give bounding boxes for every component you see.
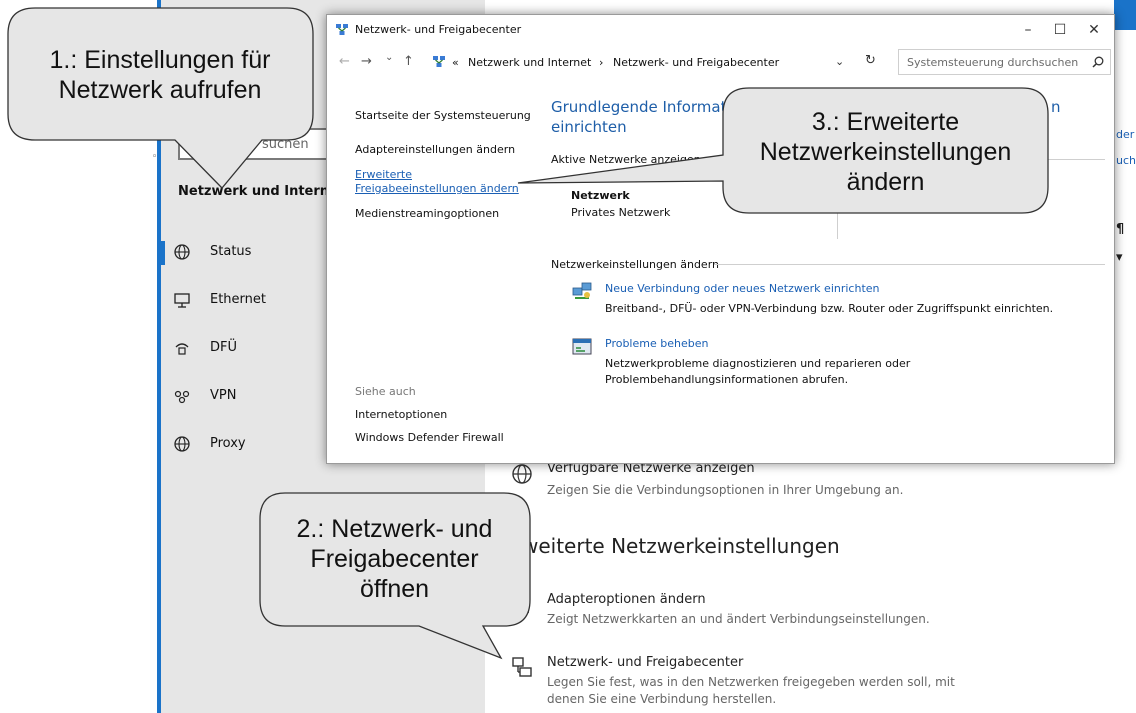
nav-item-proxy[interactable]: Proxy	[161, 425, 331, 465]
globe-icon	[510, 463, 534, 487]
adapter-settings-link[interactable]: Adaptereinstellungen ändern	[355, 143, 515, 157]
title-bar: Netzwerk- und Freigabecenter – ☐ ✕	[327, 15, 1114, 45]
search-icon	[1092, 56, 1104, 68]
control-panel-window: Netzwerk- und Freigabecenter – ☐ ✕ ← → ⌄…	[326, 14, 1115, 464]
partial-icon: ▾	[1116, 250, 1123, 265]
troubleshoot-link[interactable]: Probleme beheben	[605, 337, 708, 350]
nav-item-label: Proxy	[210, 436, 246, 451]
callout-line: Netzwerk aufrufen	[58, 76, 262, 104]
network-center-icon	[433, 56, 445, 67]
callout-step-3: 3.: Erweiterte Netzwerkeinstellungen änd…	[517, 87, 1050, 227]
new-connection-link[interactable]: Neue Verbindung oder neues Netzwerk einr…	[605, 282, 880, 295]
address-row: ← → ⌄ ↑ « Netzwerk und Internet › Netzwe…	[327, 49, 1114, 77]
main-title-fragment: n	[1051, 98, 1061, 116]
minimize-button[interactable]: –	[1015, 21, 1041, 39]
partial-icon: ¶	[1116, 222, 1125, 237]
firewall-link[interactable]: Windows Defender Firewall	[355, 431, 504, 445]
adapter-options-link[interactable]: Adapteroptionen ändern	[547, 592, 706, 607]
available-networks-desc: Zeigen Sie die Verbindungsoptionen in Ih…	[547, 483, 904, 497]
callout-line: 1.: Einstellungen für	[49, 46, 271, 74]
nav-item-ethernet[interactable]: Ethernet	[161, 281, 331, 321]
troubleshoot-desc: Netzwerkprobleme diagnostizieren und rep…	[605, 357, 911, 386]
proxy-globe-icon	[173, 435, 191, 453]
nav-item-label: Status	[210, 244, 252, 259]
breadcrumb-item[interactable]: Netzwerk- und Freigabecenter	[613, 56, 779, 69]
change-settings-label: Netzwerkeinstellungen ändern	[551, 258, 719, 271]
nav-item-label: DFÜ	[210, 340, 238, 355]
control-panel-search-input[interactable]: Systemsteuerung durchsuchen	[898, 49, 1111, 75]
callout-text: 3.: Erweiterte Netzwerkeinstellungen änd…	[723, 107, 1048, 197]
nav-item-dfu[interactable]: DFÜ	[161, 329, 331, 369]
back-button[interactable]: ←	[339, 54, 350, 69]
breadcrumb-separator: ›	[599, 56, 604, 69]
divider	[714, 264, 1105, 265]
right-edge-fragment: uch	[1116, 154, 1136, 167]
see-also-label: Siehe auch	[355, 385, 416, 398]
callout-line: öffnen	[359, 575, 430, 603]
address-dropdown-button[interactable]: ⌄	[835, 55, 844, 68]
new-connection-desc: Breitband-, DFÜ- oder VPN-Verbindung bzw…	[605, 302, 1054, 315]
sharing-center-desc: Legen Sie fest, was in den Netzwerken fr…	[547, 675, 955, 689]
new-connection-icon	[572, 282, 592, 299]
callout-line: 3.: Erweiterte	[811, 108, 960, 136]
forward-button[interactable]: →	[361, 54, 372, 69]
network-center-icon	[336, 24, 348, 35]
vpn-icon	[173, 387, 191, 405]
internet-options-link[interactable]: Internetoptionen	[355, 408, 447, 422]
advanced-settings-heading: weiterte Netzwerkeinstellungen	[522, 534, 840, 558]
troubleshoot-icon	[572, 338, 592, 355]
callout-line: Freigabecenter	[310, 545, 479, 573]
globe-icon	[173, 243, 191, 261]
close-button[interactable]: ✕	[1081, 21, 1107, 39]
nav-item-status[interactable]: Status	[161, 233, 331, 273]
right-edge-fragment: der	[1116, 128, 1135, 141]
maximize-button[interactable]: ☐	[1047, 21, 1073, 39]
callout-line: 2.: Netzwerk- und	[296, 515, 493, 543]
callout-text: 2.: Netzwerk- und Freigabecenter öffnen	[259, 514, 530, 604]
callout-text: 1.: Einstellungen für Netzwerk aufrufen	[7, 45, 313, 105]
callout-step-1: 1.: Einstellungen für Netzwerk aufrufen	[7, 7, 317, 192]
control-panel-home-link[interactable]: Startseite der Systemsteuerung	[355, 109, 531, 123]
nav-item-vpn[interactable]: VPN	[161, 377, 331, 417]
callout-line: ändern	[846, 168, 925, 196]
callout-line: Netzwerkeinstellungen	[759, 138, 1012, 166]
advanced-sharing-link[interactable]: Erweiterte	[355, 168, 412, 182]
advanced-sharing-link[interactable]: Freigabeeinstellungen ändern	[355, 182, 519, 196]
callout-step-2: 2.: Netzwerk- und Freigabecenter öffnen	[259, 492, 534, 662]
adapter-options-desc: Zeigt Netzwerkkarten an und ändert Verbi…	[547, 612, 930, 626]
nav-item-label: VPN	[210, 388, 237, 403]
breadcrumb-overflow[interactable]: «	[452, 56, 459, 69]
recent-locations-button[interactable]: ⌄	[385, 52, 393, 63]
accent-corner	[1114, 0, 1136, 30]
search-placeholder: Systemsteuerung durchsuchen	[907, 56, 1079, 69]
window-title: Netzwerk- und Freigabecenter	[355, 23, 522, 36]
refresh-button[interactable]: ↻	[865, 53, 876, 68]
sharing-center-desc: denen Sie eine Verbindung herstellen.	[547, 692, 777, 706]
sharing-center-link[interactable]: Netzwerk- und Freigabecenter	[547, 655, 743, 670]
breadcrumb-item[interactable]: Netzwerk und Internet	[468, 56, 591, 69]
dialup-icon	[173, 339, 191, 357]
up-button[interactable]: ↑	[403, 54, 414, 69]
ethernet-icon	[173, 291, 191, 309]
media-streaming-link[interactable]: Medienstreamingoptionen	[355, 207, 499, 221]
nav-item-label: Ethernet	[210, 292, 266, 307]
